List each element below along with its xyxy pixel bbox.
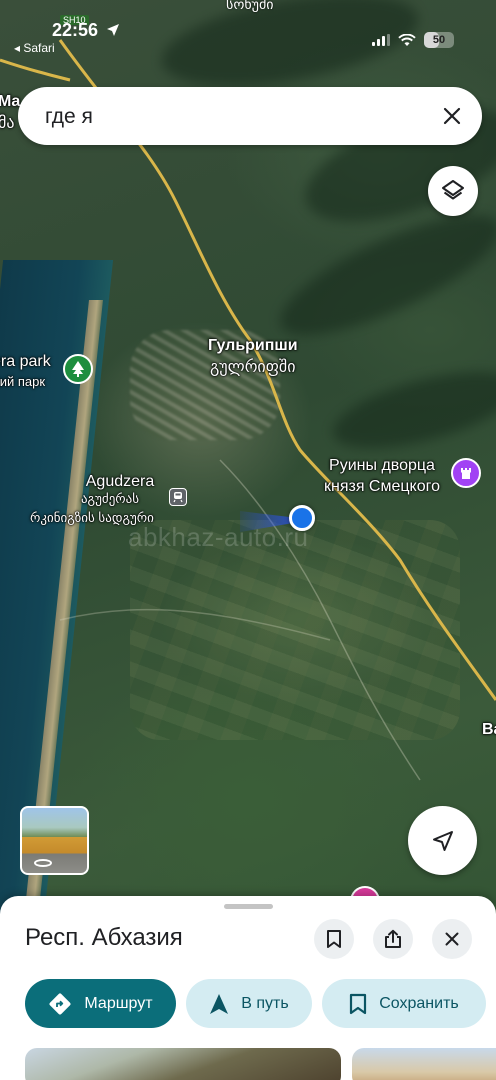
map-label-park-ru: кий парк [0,374,46,389]
clear-search-button[interactable] [436,100,468,132]
start-button-label: В путь [241,994,289,1012]
save-button-label: Сохранить [379,994,459,1012]
close-icon [445,932,459,946]
train-icon[interactable] [169,488,187,506]
status-time: 22:56 [52,20,120,41]
map-label-edge-right: Ba [482,721,496,738]
place-sheet[interactable]: Респ. Абхазия Маршрут В путь Сохранить [0,896,496,1080]
map-label-top: სოხუმი [226,0,274,12]
my-location-dot[interactable] [289,505,315,531]
map-label-gulripshi[interactable]: Гульрипши [208,336,298,355]
location-arrow-icon [107,24,120,36]
sheet-grabber[interactable] [224,904,273,909]
tree-icon [72,361,84,377]
street-view-thumbnail[interactable] [20,806,89,875]
status-bar: სოხუმი SH10 22:56 ◂ Safari 50 [0,0,496,60]
castle-icon [461,468,471,479]
directions-icon [49,993,71,1014]
castle-pin[interactable] [451,458,481,488]
my-location-button[interactable] [408,806,477,875]
map-label-edge: Ma [0,93,21,110]
map-label-park[interactable]: era park [0,352,51,371]
place-photo[interactable] [25,1048,341,1080]
map-label-edge-ge: მა [0,115,15,132]
search-bar[interactable]: где я [18,87,482,145]
signal-icon [372,34,390,46]
start-button[interactable]: В путь [186,979,312,1028]
battery-level: 50 [432,34,446,46]
bookmark-button[interactable] [314,919,354,959]
bookmark-icon [327,930,341,948]
map-label-gulripshi-ge: გულრიფში [210,359,296,376]
search-input[interactable]: где я [45,105,93,129]
rotate-360-icon [34,859,52,867]
save-button[interactable]: Сохранить [322,979,486,1028]
place-title: Респ. Абхазия [25,924,183,951]
watermark: abkhaz-auto.ru [128,522,309,552]
bookmark-icon [350,993,367,1014]
share-button[interactable] [373,919,413,959]
share-icon [385,929,401,948]
route-button-label: Маршрут [84,994,153,1012]
layers-button[interactable] [428,166,478,216]
navigation-icon [210,993,229,1014]
map-label-agudzera-ge: აგუძერას [80,491,140,506]
map-label-ruins-2: князя Смецкого [323,478,441,495]
close-sheet-button[interactable] [432,919,472,959]
wifi-icon [398,33,416,46]
layers-icon [442,180,464,200]
navigation-arrow-icon [432,830,453,851]
map-label-agudzera[interactable]: Agudzera [60,472,180,491]
place-photo[interactable] [352,1048,496,1080]
route-button[interactable]: Маршрут [25,979,176,1028]
map-label-ruins[interactable]: Руины дворца [312,456,452,475]
status-indicators: 50 [372,32,454,48]
back-to-safari[interactable]: ◂ Safari [14,41,55,55]
close-icon [443,107,461,125]
park-pin[interactable] [63,354,93,384]
battery-icon: 50 [424,32,454,48]
